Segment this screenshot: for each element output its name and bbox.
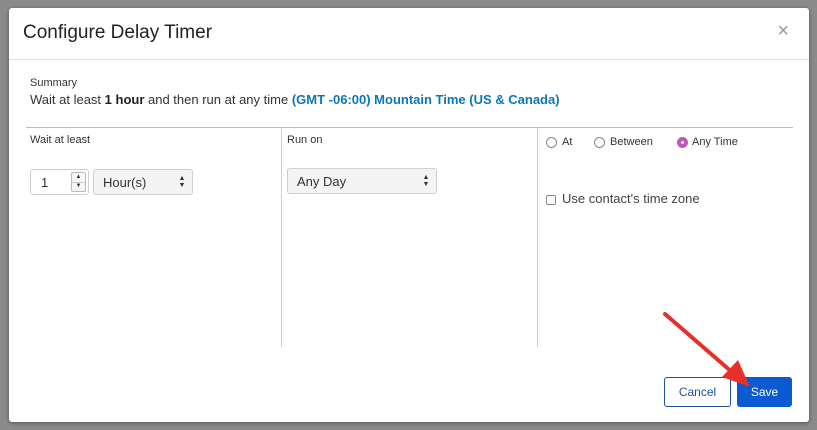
wait-unit-value: Hour(s)	[103, 175, 147, 190]
column-divider	[537, 128, 538, 347]
wait-unit-select[interactable]: Hour(s) ▲ ▼	[93, 169, 193, 195]
run-on-label: Run on	[287, 134, 323, 146]
modal-title: Configure Delay Timer	[23, 22, 213, 43]
wait-amount-input[interactable]: 1 ▲ ▼	[30, 169, 89, 195]
radio-any-time-label: Any Time	[692, 136, 738, 148]
cancel-button[interactable]: Cancel	[664, 377, 731, 407]
summary-timezone: (GMT -06:00) Mountain Time (US & Canada)	[291, 92, 560, 107]
radio-between[interactable]	[594, 137, 605, 148]
wait-amount-value: 1	[41, 175, 49, 190]
summary-text: Wait at least 1 hour and then run at any…	[30, 92, 560, 107]
radio-any-time[interactable]	[677, 137, 688, 148]
run-on-value: Any Day	[297, 174, 347, 189]
contact-timezone-label: Use contact's time zone	[562, 191, 700, 206]
select-arrows-icon: ▲ ▼	[422, 174, 430, 188]
modal-header: Configure Delay Timer ×	[9, 8, 809, 60]
radio-between-label: Between	[610, 136, 653, 148]
wait-label: Wait at least	[30, 134, 91, 146]
stepper-down-icon[interactable]: ▼	[72, 182, 85, 191]
run-on-select[interactable]: Any Day ▲ ▼	[287, 168, 437, 194]
section-divider	[26, 127, 793, 128]
select-arrows-icon: ▲ ▼	[178, 175, 186, 189]
summary-duration: 1 hour	[104, 92, 145, 107]
radio-at-label: At	[562, 136, 573, 148]
summary-prefix: Wait at least	[30, 92, 105, 107]
radio-at[interactable]	[546, 137, 557, 148]
summary-middle: and then run at any time	[144, 92, 292, 107]
summary-label: Summary	[30, 77, 78, 89]
column-divider	[281, 128, 282, 347]
amount-stepper[interactable]: ▲ ▼	[71, 172, 86, 192]
contact-timezone-checkbox[interactable]	[546, 195, 556, 205]
save-button[interactable]: Save	[737, 377, 792, 407]
configure-delay-timer-modal: Configure Delay Timer × Summary Wait at …	[9, 8, 809, 422]
close-icon[interactable]: ×	[777, 21, 789, 41]
